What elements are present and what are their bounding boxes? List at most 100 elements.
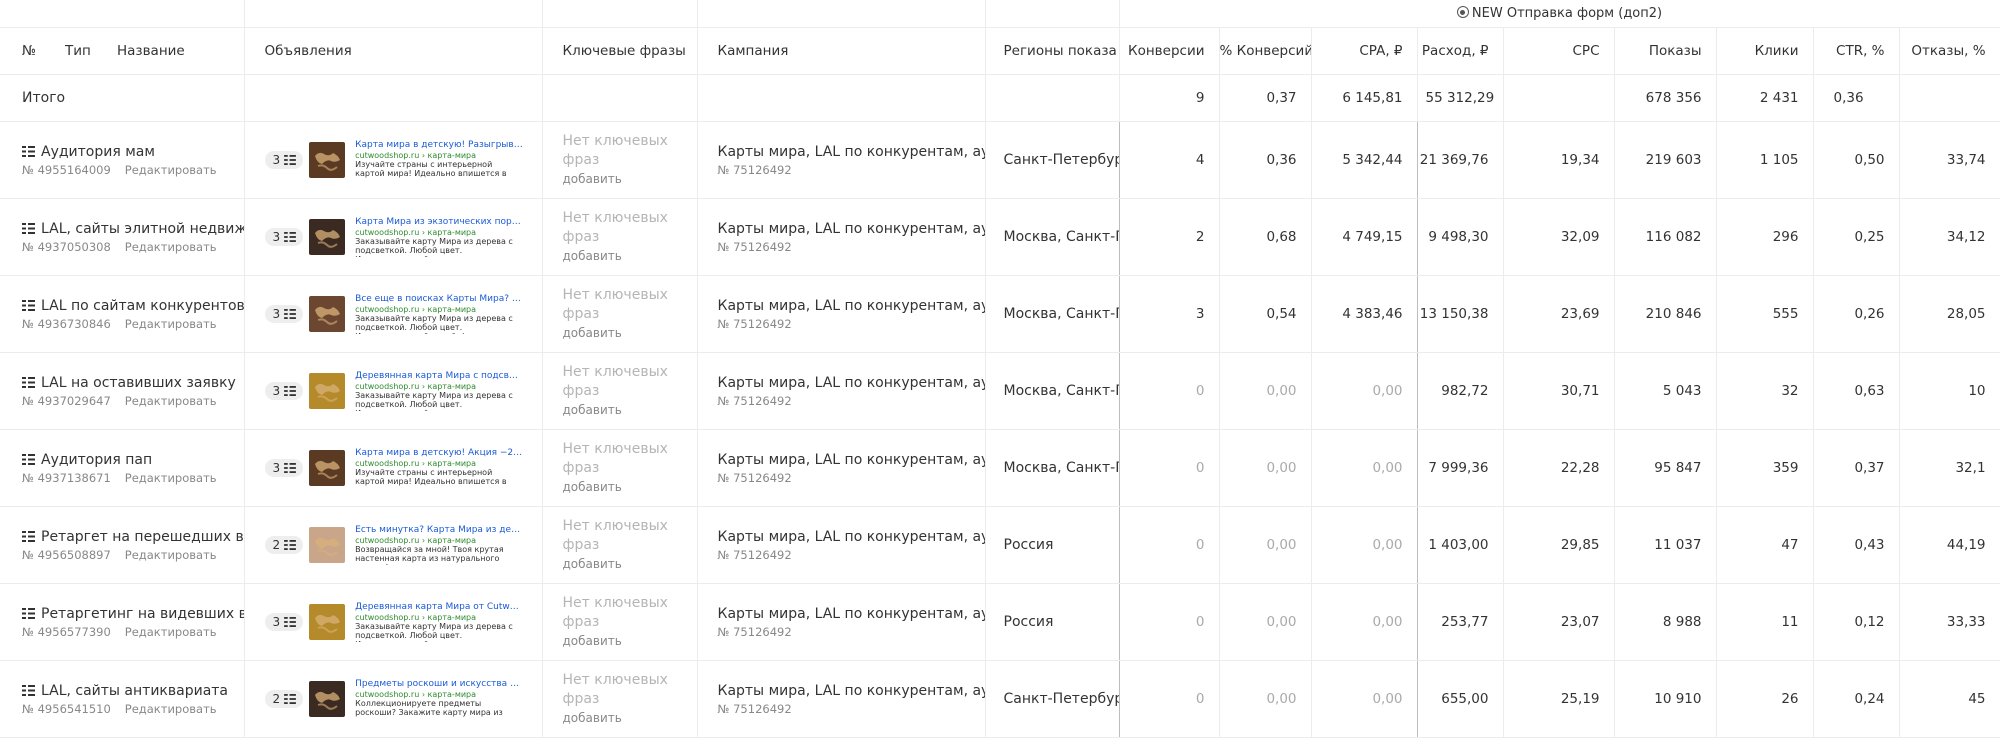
add-keywords-link[interactable]: добавить bbox=[563, 324, 697, 343]
row-keywords-cell: Нет ключевых фраз добавить bbox=[542, 198, 698, 276]
group-name[interactable]: Ретаргетинг на видевших виде bbox=[41, 606, 243, 622]
header-cpa[interactable]: CPA, ₽ bbox=[1311, 27, 1418, 75]
ad-title[interactable]: Предметы роскоши и искусства из РФ! bbox=[355, 679, 523, 689]
ad-description: Изучайте страны с интерьерной картой мир… bbox=[355, 467, 507, 488]
ad-thumbnail[interactable] bbox=[309, 681, 346, 717]
header-bounce[interactable]: Отказы, % bbox=[1899, 27, 2000, 75]
add-keywords-link[interactable]: добавить bbox=[563, 478, 697, 497]
ad-title[interactable]: Все еще в поисках Карты Мира? Акция −20%… bbox=[355, 294, 523, 304]
ad-thumbnail[interactable] bbox=[309, 296, 346, 332]
ads-count-badge[interactable]: 3 bbox=[264, 382, 304, 400]
header-cpc[interactable]: CPC bbox=[1503, 27, 1615, 75]
ads-count-badge[interactable]: 3 bbox=[264, 305, 304, 323]
no-keywords-line2: фраз bbox=[562, 228, 600, 245]
header-keywords[interactable]: Ключевые фразы bbox=[542, 27, 698, 75]
ad-title[interactable]: Деревянная карта Мира от Cutwood! Акция … bbox=[355, 602, 523, 612]
ad-thumbnail[interactable] bbox=[309, 527, 346, 563]
no-keywords-line1: Нет ключевых bbox=[562, 286, 668, 303]
edit-link[interactable]: Редактировать bbox=[125, 240, 217, 254]
ad-thumbnail[interactable] bbox=[309, 373, 346, 409]
header-regions[interactable]: Регионы показа bbox=[985, 27, 1120, 75]
group-name[interactable]: LAL на оставивших заявку bbox=[41, 375, 236, 391]
campaign-name[interactable]: Карты мира, LAL по конкурентам, аудитор bbox=[718, 298, 985, 314]
ads-count-badge[interactable]: 3 bbox=[264, 459, 304, 477]
ads-count-badge[interactable]: 3 bbox=[264, 151, 304, 169]
group-name[interactable]: LAL, сайты антиквариата bbox=[41, 683, 228, 699]
ads-count-badge[interactable]: 3 bbox=[264, 228, 304, 246]
ad-title[interactable]: Карта Мира из экзотических пород дерева!… bbox=[355, 217, 523, 227]
row-keywords-cell: Нет ключевых фраз добавить bbox=[542, 275, 698, 353]
campaign-name[interactable]: Карты мира, LAL по конкурентам, аудитор bbox=[718, 452, 985, 468]
add-keywords-link[interactable]: добавить bbox=[563, 632, 697, 651]
ad-thumbnail[interactable] bbox=[309, 450, 346, 486]
campaign-name[interactable]: Карты мира, LAL по конкурентам, аудитор bbox=[718, 144, 985, 160]
add-keywords-link[interactable]: добавить bbox=[563, 401, 697, 420]
header-conversions[interactable]: Конверсии bbox=[1119, 27, 1220, 75]
add-keywords-link[interactable]: добавить bbox=[563, 170, 697, 189]
header-num[interactable]: № bbox=[22, 43, 65, 59]
campaign-name[interactable]: Карты мира, LAL по конкурентам, аудитор bbox=[718, 683, 985, 699]
table-row: LAL по сайтам конкурентов № 4936730846 Ре… bbox=[0, 275, 2000, 353]
row-conv-pct: 0,00 bbox=[1219, 506, 1312, 584]
ad-url: cutwoodshop.ru › карта-мира bbox=[355, 612, 477, 622]
header-clicks[interactable]: Клики bbox=[1716, 27, 1814, 75]
edit-link[interactable]: Редактировать bbox=[125, 163, 217, 177]
ad-thumbnail[interactable] bbox=[309, 219, 346, 255]
add-keywords-link[interactable]: добавить bbox=[563, 709, 697, 728]
group-type-icon bbox=[22, 685, 35, 696]
header-spend[interactable]: Расход, ₽ bbox=[1417, 27, 1504, 75]
edit-link[interactable]: Редактировать bbox=[125, 548, 217, 562]
no-keywords-line2: фраз bbox=[562, 536, 600, 553]
group-type-icon bbox=[22, 223, 35, 234]
add-keywords-link[interactable]: добавить bbox=[563, 247, 697, 266]
header-ads[interactable]: Объявления bbox=[244, 27, 543, 75]
campaign-name[interactable]: Карты мира, LAL по конкурентам, аудитор bbox=[718, 606, 985, 622]
row-campaign-cell: Карты мира, LAL по конкурентам, аудитор … bbox=[697, 275, 986, 353]
row-conversions: 2 bbox=[1119, 198, 1220, 276]
header-type[interactable]: Тип bbox=[65, 43, 117, 59]
group-name[interactable]: Аудитория мам bbox=[41, 144, 155, 160]
group-name[interactable]: LAL по сайтам конкурентов bbox=[41, 298, 243, 314]
row-conv-pct: 0,00 bbox=[1219, 660, 1312, 738]
campaign-name[interactable]: Карты мира, LAL по конкурентам, аудитор bbox=[718, 221, 985, 237]
ad-description: Изучайте страны с интерьерной картой мир… bbox=[355, 159, 507, 180]
ads-count-badge[interactable]: 3 bbox=[264, 613, 304, 631]
header-impressions[interactable]: Показы bbox=[1614, 27, 1717, 75]
goal-header[interactable]: NEW Отправка форм (доп2) bbox=[1119, 0, 2000, 28]
ad-thumbnail[interactable] bbox=[309, 604, 346, 640]
row-regions: Москва, Санкт-Пе bbox=[985, 352, 1120, 430]
group-id: № 4937050308 bbox=[22, 239, 111, 254]
edit-link[interactable]: Редактировать bbox=[125, 394, 217, 408]
edit-link[interactable]: Редактировать bbox=[125, 317, 217, 331]
header-name[interactable]: Название bbox=[117, 43, 185, 59]
list-icon bbox=[284, 617, 297, 627]
header-campaign[interactable]: Кампания bbox=[697, 27, 986, 75]
group-name[interactable]: Аудитория пап bbox=[41, 452, 152, 468]
row-keywords-cell: Нет ключевых фраз добавить bbox=[542, 121, 698, 199]
edit-link[interactable]: Редактировать bbox=[125, 625, 217, 639]
ad-thumbnail[interactable] bbox=[309, 142, 346, 178]
campaign-name[interactable]: Карты мира, LAL по конкурентам, аудитор bbox=[718, 375, 985, 391]
campaign-id: № 75126492 bbox=[717, 547, 792, 562]
campaign-name[interactable]: Карты мира, LAL по конкурентам, аудитор bbox=[718, 529, 985, 545]
group-name[interactable]: Ретаргет на перешедших в корз bbox=[41, 529, 243, 545]
edit-link[interactable]: Редактировать bbox=[125, 702, 217, 716]
row-ctr: 0,50 bbox=[1813, 121, 1900, 199]
no-keywords-line1: Нет ключевых bbox=[562, 671, 668, 688]
edit-link[interactable]: Редактировать bbox=[125, 471, 217, 485]
ads-count-badge[interactable]: 2 bbox=[264, 536, 304, 554]
header-ctr[interactable]: CTR, % bbox=[1813, 27, 1900, 75]
ad-title[interactable]: Карта мира в детскую! Разыгрываем поездк… bbox=[355, 140, 523, 150]
ad-title[interactable]: Карта мира в детскую! Акция −20% в авгус… bbox=[355, 448, 523, 458]
row-ads-cell: 3 Деревянная карта Мира от Cutwood! Акци… bbox=[244, 583, 543, 661]
ads-count: 3 bbox=[272, 461, 281, 475]
no-keywords-line2: фраз bbox=[562, 459, 600, 476]
group-name[interactable]: LAL, сайты элитной недвижимо bbox=[41, 221, 243, 237]
header-conv-pct[interactable]: % Конверсий bbox=[1219, 27, 1312, 75]
ad-title[interactable]: Деревянная карта Мира с подсветкой! Акци… bbox=[355, 371, 523, 381]
campaign-id: № 75126492 bbox=[717, 393, 792, 408]
ad-title[interactable]: Есть минутка? Карта Мира из дерева ждет … bbox=[355, 525, 523, 535]
ads-count-badge[interactable]: 2 bbox=[264, 690, 304, 708]
row-cpa: 4 383,46 bbox=[1311, 275, 1418, 353]
add-keywords-link[interactable]: добавить bbox=[563, 555, 697, 574]
